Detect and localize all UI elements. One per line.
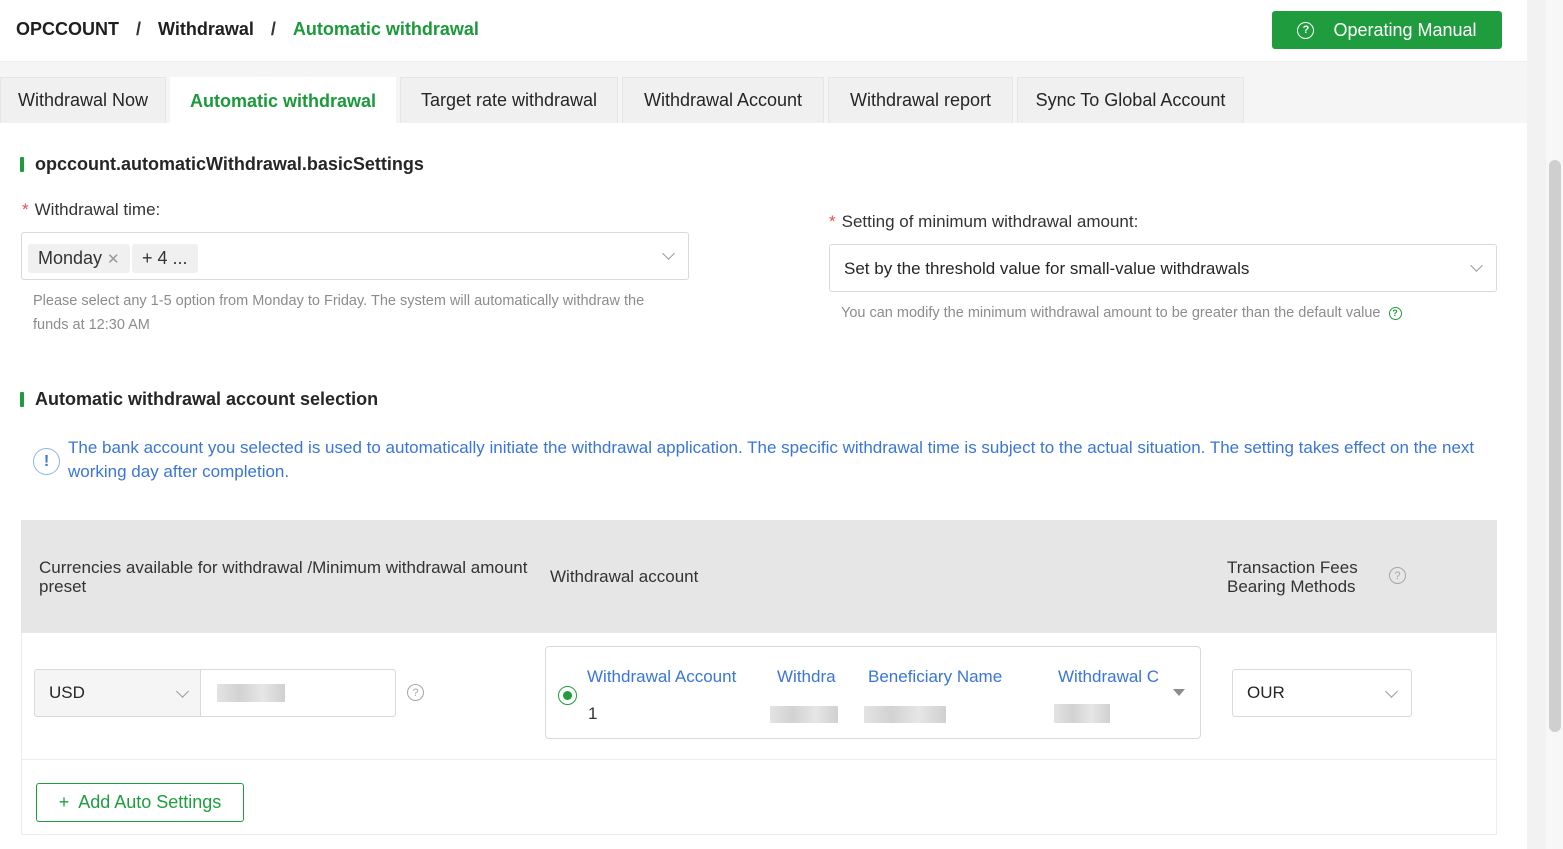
column-header-fees: Transaction Fees Bearing Methods <box>1227 558 1358 596</box>
column-header-currency: Currencies available for withdrawal /Min… <box>39 558 528 596</box>
fee-method-select[interactable]: OUR <box>1232 669 1412 717</box>
withdrawal-time-label-text: Withdrawal time: <box>34 200 161 219</box>
account-value-first: 1 <box>588 704 598 723</box>
withdrawal-time-help: Please select any 1-5 option from Monday… <box>33 293 645 333</box>
basic-settings-title-text: opccount.automaticWithdrawal.basicSettin… <box>35 154 424 174</box>
question-circle-icon: ? <box>1297 21 1315 39</box>
selected-tag-label: Monday <box>38 248 103 268</box>
tab-bar: Withdrawal Now Automatic withdrawal Targ… <box>0 62 1527 124</box>
minimum-amount-input[interactable] <box>200 669 396 717</box>
account-selection-title-text: Automatic withdrawal account selection <box>35 389 379 409</box>
operating-manual-button[interactable]: ? Operating Manual <box>1272 11 1502 49</box>
breadcrumb-current: Automatic withdrawal <box>292 19 479 39</box>
tab-withdrawal-report[interactable]: Withdrawal report <box>828 77 1013 123</box>
tab-withdrawal-now[interactable]: Withdrawal Now <box>0 77 166 123</box>
section-accent-bar <box>20 157 24 172</box>
required-asterisk: * <box>22 200 29 219</box>
account-column-withdrawal: Withdra <box>777 667 836 686</box>
minimum-amount-select[interactable]: Set by the threshold value for small-val… <box>829 244 1497 292</box>
tab-sync-to-global-account[interactable]: Sync To Global Account <box>1017 77 1244 123</box>
minimum-amount-help-text: You can modify the minimum withdrawal am… <box>841 305 1381 321</box>
question-circle-icon[interactable]: ? <box>407 684 424 701</box>
breadcrumb-separator: / <box>136 19 142 39</box>
operating-manual-label: Operating Manual <box>1333 19 1477 40</box>
selected-tag-more: + 4 ... <box>132 244 198 273</box>
remove-tag-icon[interactable]: ✕ <box>107 250 120 268</box>
required-asterisk: * <box>829 212 836 231</box>
selected-tag-monday: Monday ✕ <box>28 244 130 273</box>
redacted-value <box>217 684 285 702</box>
table-header: Currencies available for withdrawal /Min… <box>21 520 1497 633</box>
fee-method-value: OUR <box>1247 683 1285 702</box>
radio-dot <box>562 690 572 700</box>
redacted-value <box>1054 704 1110 723</box>
add-auto-settings-label: Add Auto Settings <box>78 792 222 812</box>
chevron-down-icon <box>1470 259 1483 272</box>
account-column-withdrawal-account: Withdrawal Account <box>587 667 737 686</box>
chevron-down-icon <box>662 247 675 260</box>
scrollbar-thumb[interactable] <box>1549 160 1561 732</box>
currency-select-value: USD <box>49 683 85 702</box>
account-column-withdrawal-c: Withdrawal C <box>1058 667 1160 686</box>
basic-settings-title: opccount.automaticWithdrawal.basicSettin… <box>20 154 424 175</box>
redacted-value <box>770 706 838 723</box>
redacted-value <box>864 706 946 723</box>
breadcrumb: OPCCOUNT / Withdrawal / Automatic withdr… <box>16 19 479 40</box>
minimum-amount-label-text: Setting of minimum withdrawal amount: <box>841 212 1139 231</box>
minimum-amount-label: * Setting of minimum withdrawal amount: <box>829 212 1138 232</box>
account-column-beneficiary-name: Beneficiary Name <box>868 667 1003 686</box>
header: OPCCOUNT / Withdrawal / Automatic withdr… <box>0 0 1527 62</box>
caret-down-icon <box>1173 689 1185 696</box>
chevron-down-icon <box>1385 685 1398 698</box>
withdrawal-time-select[interactable]: Monday ✕ + 4 ... <box>21 232 689 280</box>
breadcrumb-separator: / <box>270 19 276 39</box>
tab-withdrawal-account[interactable]: Withdrawal Account <box>622 77 824 123</box>
column-header-account: Withdrawal account <box>550 567 699 586</box>
help-question-icon[interactable]: ? <box>1388 306 1402 320</box>
chevron-down-icon <box>176 685 189 698</box>
info-exclamation-icon: ! <box>33 448 60 475</box>
radio-selected[interactable] <box>558 686 577 705</box>
withdrawal-account-select[interactable]: Withdrawal Account Withdra Beneficiary N… <box>545 646 1201 739</box>
breadcrumb-opccount[interactable]: OPCCOUNT <box>16 19 119 40</box>
question-circle-icon[interactable]: ? <box>1389 567 1406 584</box>
currency-select[interactable]: USD <box>34 669 201 717</box>
section-accent-bar <box>20 392 24 407</box>
minimum-amount-value: Set by the threshold value for small-val… <box>844 259 1250 278</box>
tab-target-rate-withdrawal[interactable]: Target rate withdrawal <box>400 77 618 123</box>
account-selection-title: Automatic withdrawal account selection <box>20 389 378 410</box>
minimum-amount-help: You can modify the minimum withdrawal am… <box>841 301 1402 325</box>
tab-automatic-withdrawal[interactable]: Automatic withdrawal <box>170 77 396 124</box>
withdrawal-time-label: * Withdrawal time: <box>22 200 160 220</box>
page: OPCCOUNT / Withdrawal / Automatic withdr… <box>0 0 1527 849</box>
breadcrumb-withdrawal[interactable]: Withdrawal <box>158 19 254 40</box>
account-selection-info: The bank account you selected is used to… <box>68 438 1475 481</box>
plus-icon: + <box>58 792 70 812</box>
add-auto-settings-button[interactable]: + Add Auto Settings <box>36 783 244 822</box>
